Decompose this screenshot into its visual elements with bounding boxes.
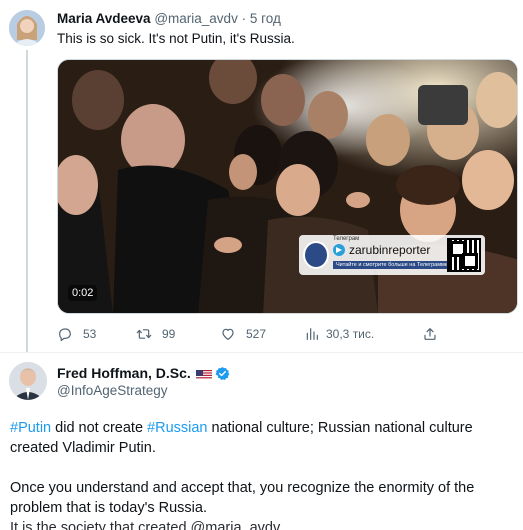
text-fragment: did not create (51, 420, 148, 436)
telegram-icon (333, 244, 345, 256)
hashtag-link[interactable]: #Russian (147, 420, 207, 436)
channel-watermark: Телеграм zarubinreporter Читайте и смотр… (299, 235, 485, 275)
avatar[interactable] (9, 362, 47, 400)
video-duration: 0:02 (68, 285, 98, 301)
share-icon (424, 328, 436, 340)
tweet-actions: 53 99 527 30,3 тис. (57, 326, 497, 344)
tweet-text: #Putin did not create #Russian national … (10, 418, 515, 530)
hashtag-link[interactable]: #Putin (10, 420, 51, 436)
avatar-portrait-icon (9, 10, 45, 46)
retweet-count: 99 (162, 327, 176, 341)
header-separator: · (241, 11, 247, 26)
avatar-portrait-icon (9, 362, 47, 400)
author-handle[interactable]: @maria_avdv (154, 11, 238, 26)
watermark-label: Телеграм (333, 236, 360, 242)
channel-logo (303, 241, 329, 269)
like-icon (222, 328, 234, 340)
tweet-text: This is so sick. It's not Putin, it's Ru… (57, 31, 295, 46)
reply-icon (59, 328, 71, 342)
retweet-button[interactable]: 99 (136, 326, 175, 342)
tweet-divider (0, 352, 523, 353)
tweet-paragraph: #Putin did not create #Russian national … (10, 418, 515, 458)
tweet-paragraph: Once you understand and accept that, you… (10, 480, 475, 516)
author-name-row: Fred Hoffman, D.Sc. (57, 365, 230, 381)
views-icon (306, 328, 318, 340)
reply-button[interactable]: 53 (57, 326, 96, 342)
avatar[interactable] (9, 10, 45, 46)
tweet-header: Maria Avdeeva @maria_avdv · 5 год (57, 11, 281, 26)
views-count: 30,3 тис. (326, 327, 375, 341)
reply-count: 53 (83, 327, 97, 341)
tweet-paragraph-truncated: It is the society that created @maria_av… (10, 520, 281, 530)
tweet-maria-avdeeva[interactable]: Maria Avdeeva @maria_avdv · 5 год This i… (0, 0, 523, 352)
views-button[interactable]: 30,3 тис. (304, 326, 374, 342)
author-name[interactable]: Maria Avdeeva (57, 11, 151, 26)
video-frame-image (58, 60, 517, 313)
retweet-icon (136, 329, 152, 339)
video-player[interactable]: Телеграм zarubinreporter Читайте и смотр… (57, 59, 518, 314)
tweet-timestamp[interactable]: 5 год (250, 11, 281, 26)
us-flag-icon (195, 368, 212, 379)
qr-code-icon (447, 238, 481, 272)
thread-connector-line (26, 50, 28, 352)
watermark-subtitle: Читайте и смотрите больше на Телеграмме (333, 261, 451, 269)
share-button[interactable] (422, 326, 438, 342)
author-handle[interactable]: @InfoAgeStrategy (57, 383, 168, 398)
author-name[interactable]: Fred Hoffman, D.Sc. (57, 365, 191, 381)
verified-badge-icon (215, 366, 230, 381)
watermark-channel: zarubinreporter (349, 243, 431, 257)
like-button[interactable]: 527 (220, 326, 266, 342)
like-count: 527 (246, 327, 267, 341)
